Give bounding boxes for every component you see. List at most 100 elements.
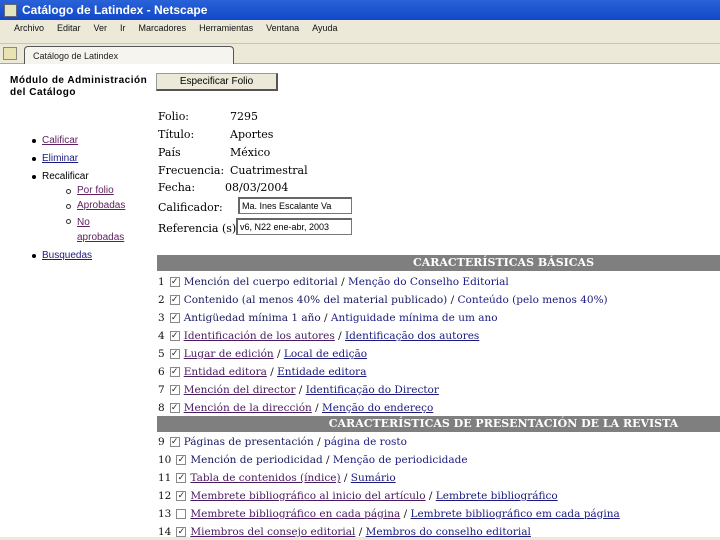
criteria-label-pt[interactable]: Lembrete bibliográfico em cada página (410, 508, 619, 520)
criteria-label-es[interactable]: Entidad editora (184, 366, 267, 378)
criteria-number: 5 (158, 348, 165, 360)
sidebar-item-aprobadas[interactable]: Aprobadas (77, 200, 125, 211)
menu-editar[interactable]: Editar (57, 23, 81, 33)
criteria-label-es[interactable]: Membrete bibliográfico al inicio del art… (190, 490, 425, 502)
sidebar-item-eliminar[interactable]: Eliminar (42, 153, 78, 164)
criteria-label-es: Páginas de presentación (183, 436, 314, 448)
criteria-number: 6 (158, 366, 165, 378)
especificar-folio-button[interactable]: Especificar Folio (156, 73, 278, 91)
tab-label: Catálogo de Latindex (33, 51, 119, 61)
criteria-label-es[interactable]: Mención del director (184, 384, 296, 396)
referencia-label: Referencia (s) (158, 222, 237, 235)
criteria-row: 12 ✓ Membrete bibliográfico al inicio del … (158, 490, 558, 502)
criteria-label-pt[interactable]: Identificação do Director (306, 384, 439, 396)
sidebar-item-busquedas[interactable]: Busquedas (42, 250, 92, 261)
criteria-row: 9 ✓ Páginas de presentación / página de ro… (158, 436, 407, 448)
window-title: Catálogo de Latindex - Netscape (22, 3, 208, 17)
criteria-label-pt: Menção do Conselho Editorial (348, 276, 509, 288)
criteria-label-pt[interactable]: Identificação dos autores (345, 330, 479, 342)
criteria-number: 13 (158, 508, 172, 520)
pais-label: País (158, 146, 181, 159)
criteria-checkbox[interactable]: ✓ (176, 455, 187, 465)
criteria-number: 12 (158, 490, 172, 502)
criteria-label-pt: Menção de periodicidade (332, 454, 468, 466)
criteria-row: 7 ✓ Mención del director / Identificação d… (158, 384, 439, 396)
separator: / (340, 472, 351, 484)
menu-archivo[interactable]: Archivo (14, 23, 44, 33)
sidebar-item-por-folio[interactable]: Por folio (77, 185, 114, 196)
separator: / (273, 348, 284, 360)
criteria-label-pt[interactable]: Entidade editora (277, 366, 366, 378)
sidebar-item-no-aprobadas[interactable]: No aprobadas (77, 217, 124, 243)
tab-catalogo[interactable]: Catálogo de Latindex (24, 46, 234, 64)
criteria-label-pt: Antiguidade mínima de um ano (330, 312, 498, 324)
fecha-value: 08/03/2004 (225, 181, 289, 194)
separator: / (311, 402, 323, 414)
section-header: CARACTERÍSTICAS BÁSICAS (157, 255, 720, 271)
criteria-label-pt[interactable]: Sumário (351, 472, 396, 484)
criteria-label-es[interactable]: Identificación de los autores (184, 330, 335, 342)
menu-ventana[interactable]: Ventana (266, 23, 299, 33)
criteria-checkbox[interactable]: ✓ (169, 331, 180, 341)
tab-bar: Catálogo de Latindex (0, 44, 720, 64)
separator: / (313, 436, 324, 448)
criteria-label-pt: Conteúdo (pelo menos 40%) (457, 294, 608, 306)
separator: / (266, 366, 278, 378)
criteria-number: 10 (158, 454, 172, 466)
frecuencia-label: Frecuencia: (158, 164, 225, 177)
criteria-row: 13 Membrete bibliográfico en cada página … (158, 508, 620, 520)
referencia-input[interactable]: v6, N22 ene-abr, 2003 (236, 218, 352, 235)
criteria-row: 3 ✓ Antigüedad mínima 1 año / Antiguidade … (158, 312, 498, 324)
criteria-label-es: Contenido (al menos 40% del material pub… (183, 294, 448, 306)
titulo-label: Título: (158, 128, 195, 141)
sidebar: Módulo de Administración del Catálogo Ca… (10, 75, 150, 268)
folio-row: Folio: 7295 (158, 110, 258, 123)
criteria-checkbox[interactable]: ✓ (169, 313, 180, 323)
criteria-label-es: Mención de periodicidad (190, 454, 323, 466)
titulo-value: Aportes (230, 128, 274, 141)
menu-herramientas[interactable]: Herramientas (199, 23, 253, 33)
criteria-checkbox[interactable]: ✓ (169, 403, 180, 413)
fecha-label: Fecha: (158, 181, 196, 194)
criteria-label-es[interactable]: Tabla de contenidos (índice) (190, 472, 340, 484)
menu-ir[interactable]: Ir (120, 23, 126, 33)
criteria-label-es[interactable]: Mención de la dirección (184, 402, 312, 414)
frecuencia-value: Cuatrimestral (230, 164, 308, 177)
criteria-label-es[interactable]: Membrete bibliográfico en cada página (190, 508, 400, 520)
criteria-checkbox[interactable]: ✓ (176, 491, 187, 501)
frecuencia-row: Frecuencia: Cuatrimestral (158, 164, 308, 177)
criteria-checkbox[interactable]: ✓ (169, 367, 180, 377)
criteria-checkbox[interactable]: ✓ (169, 295, 180, 305)
folio-label: Folio: (158, 110, 190, 123)
separator: / (447, 294, 458, 306)
menu-ayuda[interactable]: Ayuda (312, 23, 337, 33)
criteria-label-es[interactable]: Lugar de edición (184, 348, 274, 360)
criteria-row: 5 ✓ Lugar de edición / Local de edição (158, 348, 367, 360)
netscape-icon (4, 3, 17, 17)
criteria-row: 6 ✓ Entidad editora / Entidade editora (158, 366, 366, 378)
criteria-row: 1 ✓ Mención del cuerpo editorial / Menção … (158, 276, 509, 288)
sidebar-heading: Módulo de Administración del Catálogo (10, 75, 148, 98)
pais-row: País México (158, 146, 270, 159)
criteria-checkbox[interactable]: ✓ (169, 437, 180, 447)
calificador-input[interactable]: Ma. Ines Escalante Va (238, 197, 352, 214)
separator: / (400, 508, 411, 520)
titulo-row: Título: Aportes (158, 128, 273, 141)
criteria-checkbox[interactable] (176, 509, 187, 519)
criteria-number: 8 (158, 402, 165, 414)
criteria-checkbox[interactable]: ✓ (169, 385, 180, 395)
criteria-label-pt[interactable]: Menção do endereço (322, 402, 433, 414)
new-tab-icon[interactable] (3, 47, 17, 60)
calificador-label: Calificador: (158, 201, 223, 214)
criteria-checkbox[interactable]: ✓ (176, 527, 187, 537)
criteria-row: 10 ✓ Mención de periodicidad / Menção de p… (158, 454, 468, 466)
criteria-label-es: Mención del cuerpo editorial (183, 276, 338, 288)
sidebar-item-calificar[interactable]: Calificar (42, 135, 78, 146)
criteria-checkbox[interactable]: ✓ (169, 349, 180, 359)
criteria-label-pt[interactable]: Lembrete bibliográfico (436, 490, 558, 502)
criteria-label-pt[interactable]: Local de edição (284, 348, 367, 360)
criteria-checkbox[interactable]: ✓ (169, 277, 180, 287)
criteria-checkbox[interactable]: ✓ (176, 473, 187, 483)
menu-ver[interactable]: Ver (94, 23, 108, 33)
menu-marcadores[interactable]: Marcadores (139, 23, 187, 33)
